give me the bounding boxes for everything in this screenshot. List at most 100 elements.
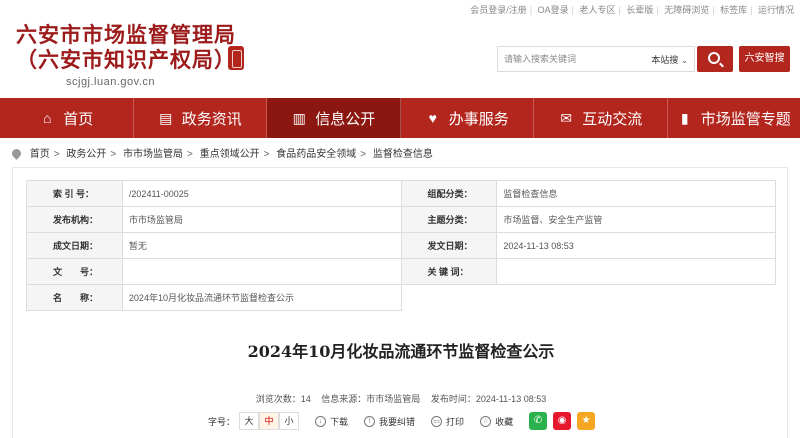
- document-icon: ▤: [159, 109, 173, 126]
- download-label: 下载: [330, 416, 349, 427]
- top-links: 会员登录/注册 | OA登录 | 老人专区 | 长辈版 | 无障碍浏览 | 标签库 | 运行…: [470, 5, 794, 15]
- top-link-operation-status[interactable]: 运行情况: [758, 5, 794, 15]
- created-date-value: 暂无: [121, 232, 402, 259]
- collect-button[interactable]: ☆ 收藏: [480, 415, 513, 428]
- font-size-medium-button[interactable]: 中: [259, 412, 280, 430]
- printer-icon: ▭: [431, 415, 443, 427]
- published-date-value: 2024-11-13 08:53: [496, 232, 776, 259]
- search-box: 本站搜⌄: [497, 46, 695, 72]
- main-nav: ⌂ 首页 ▤ 政务资讯 ▥ 信息公开 ♥ 办事服务 ✉ 互动交流 ▮ 市场监管专题: [0, 98, 800, 138]
- nav-item-interaction[interactable]: ✉ 互动交流: [534, 98, 668, 138]
- nav-label: 互动交流: [582, 110, 643, 128]
- view-count: 浏览次数：14: [255, 394, 311, 404]
- seal-icon: [228, 46, 244, 70]
- top-link-login[interactable]: 会员登录/注册: [470, 5, 527, 15]
- name-value: 2024年10月化妆品流通环节监督检查公示: [121, 284, 402, 311]
- breadcrumb-key-areas[interactable]: 重点领域公开: [200, 149, 260, 160]
- top-link-elderly-zone[interactable]: 老人专区: [579, 5, 615, 15]
- metadata-table: 索 引 号： /202411-00025 组配分类： 监督检查信息 发布机构： …: [26, 180, 776, 311]
- favorite-star-icon[interactable]: ★: [577, 412, 596, 430]
- publisher-value: 市市场监管局: [121, 206, 402, 233]
- bookmark-icon: ▮: [680, 109, 689, 126]
- download-icon: ↓: [315, 415, 327, 427]
- info-source: 信息来源：市市场监管局: [321, 394, 421, 404]
- nav-item-market-topics[interactable]: ▮ 市场监管专题: [668, 98, 800, 138]
- report-error-button[interactable]: ! 我要纠错: [364, 415, 415, 428]
- chevron-down-icon: ⌄: [681, 56, 688, 65]
- breadcrumb-home[interactable]: 首页: [30, 149, 50, 160]
- location-icon: [10, 147, 23, 160]
- error-icon: !: [364, 415, 376, 427]
- published-date-label: 发文日期：: [400, 232, 498, 259]
- name-label: 名 称：: [26, 284, 123, 311]
- search-input[interactable]: [504, 47, 634, 71]
- breadcrumb-food-drug[interactable]: 食品药品安全领域: [276, 149, 356, 160]
- site-title-line2: （六安市知识产权局）: [16, 47, 236, 72]
- nav-label: 首页: [63, 110, 94, 128]
- download-button[interactable]: ↓ 下载: [315, 415, 348, 428]
- article-meta: 浏览次数：14 信息来源：市市场监管局 发布时间：2024-11-13 08:5…: [13, 392, 789, 405]
- search-icon: [708, 52, 720, 64]
- home-icon: ⌂: [43, 110, 52, 126]
- site-title[interactable]: 六安市市场监督管理局 （六安市知识产权局）: [16, 22, 236, 72]
- created-date-label: 成文日期：: [26, 232, 123, 259]
- star-outline-icon: ☆: [480, 415, 492, 427]
- category-label: 组配分类：: [400, 180, 498, 207]
- breadcrumb-inspection-info[interactable]: 监督检查信息: [373, 149, 433, 160]
- site-header: 会员登录/注册 | OA登录 | 老人专区 | 长辈版 | 无障碍浏览 | 标签库 | 运行…: [0, 0, 800, 98]
- table-row: 发布机构： 市市场监管局 主题分类： 市场监督、安全生产监管: [26, 206, 776, 233]
- nav-item-info-disclosure[interactable]: ▥ 信息公开: [267, 98, 401, 138]
- nav-label: 政务资讯: [181, 110, 242, 128]
- nav-item-news[interactable]: ▤ 政务资讯: [134, 98, 267, 138]
- table-row: 成文日期： 暂无 发文日期： 2024-11-13 08:53: [26, 232, 776, 259]
- wechat-share-icon[interactable]: ✆: [529, 412, 548, 430]
- nav-label: 办事服务: [448, 110, 509, 128]
- nav-item-services[interactable]: ♥ 办事服务: [401, 98, 534, 138]
- table-row: 索 引 号： /202411-00025 组配分类： 监督检查信息: [26, 180, 776, 207]
- index-value: /202411-00025: [121, 180, 402, 207]
- nav-label: 信息公开: [315, 110, 376, 128]
- breadcrumb-gov-affairs[interactable]: 政务公开: [66, 149, 106, 160]
- search-scope-label: 本站搜: [651, 55, 679, 65]
- article-title: 2024年10月化妆品流通环节监督检查公示: [247, 342, 555, 361]
- print-label: 打印: [446, 416, 465, 427]
- weibo-share-icon[interactable]: ◉: [553, 412, 572, 430]
- keywords-label: 关 键 词：: [400, 258, 498, 285]
- table-row: 名 称： 2024年10月化妆品流通环节监督检查公示: [26, 284, 776, 311]
- category-value: 监督检查信息: [496, 180, 776, 207]
- top-link-accessibility[interactable]: 无障碍浏览: [664, 5, 709, 15]
- search-button[interactable]: [697, 46, 733, 72]
- doc-number-value: [121, 258, 402, 285]
- breadcrumb-bureau[interactable]: 市市场监管局: [123, 149, 183, 160]
- table-row: 文 号： 关 键 词：: [26, 258, 776, 285]
- top-link-tag-library[interactable]: 标签库: [720, 5, 747, 15]
- font-size-large-button[interactable]: 大: [239, 412, 260, 430]
- nav-label: 市场监管专题: [700, 110, 791, 128]
- content-panel: 索 引 号： /202411-00025 组配分类： 监督检查信息 发布机构： …: [12, 167, 788, 438]
- site-title-line1: 六安市市场监督管理局: [16, 22, 236, 47]
- print-button[interactable]: ▭ 打印: [431, 415, 464, 428]
- search-scope-select[interactable]: 本站搜 ⌄: [651, 53, 688, 66]
- publisher-label: 发布机构：: [26, 206, 123, 233]
- heart-icon: ♥: [428, 110, 437, 126]
- topic-label: 主题分类：: [400, 206, 498, 233]
- font-size-label: 字号：: [208, 416, 236, 427]
- font-size-small-button[interactable]: 小: [279, 412, 300, 430]
- table-empty-cell: [401, 285, 776, 311]
- nav-item-home[interactable]: ⌂ 首页: [0, 98, 134, 138]
- report-error-label: 我要纠错: [379, 416, 416, 427]
- article-tools: 字号： 大 中 小 ↓ 下载 ! 我要纠错 ▭ 打印 ☆ 收藏 ✆ ◉ ★: [208, 411, 596, 431]
- breadcrumb: 首页 > 政务公开 > 市市场监管局 > 重点领域公开 > 食品药品安全领域 > 监督检查…: [10, 145, 433, 160]
- index-label: 索 引 号：: [26, 180, 123, 207]
- keywords-value: [496, 258, 776, 285]
- topic-value: 市场监督、安全生产监管: [496, 206, 776, 233]
- site-domain: scjgj.luan.gov.cn: [66, 76, 156, 88]
- top-link-elder-version[interactable]: 长辈版: [626, 5, 653, 15]
- book-icon: ▥: [292, 109, 306, 126]
- collect-label: 收藏: [495, 416, 514, 427]
- region-search-button[interactable]: 六安智搜: [739, 46, 790, 72]
- top-link-oa[interactable]: OA登录: [538, 5, 569, 15]
- publish-time: 发布时间：2024-11-13 08:53: [430, 394, 547, 404]
- chat-icon: ✉: [560, 109, 573, 126]
- doc-number-label: 文 号：: [26, 258, 123, 285]
